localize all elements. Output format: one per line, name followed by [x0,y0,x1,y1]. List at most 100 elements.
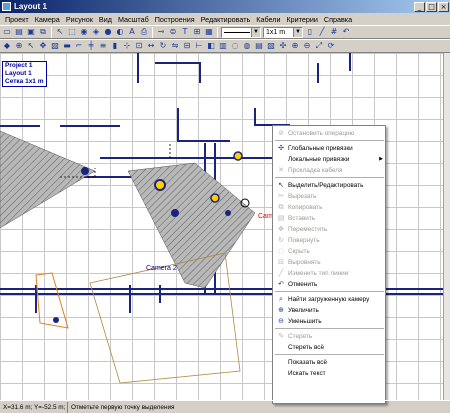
ungroup-icon[interactable]: ▧ [266,41,276,51]
menu-item-line-type[interactable]: ╱ Изменить тип линии [273,268,386,278]
rect-icon[interactable]: ▯ [305,27,315,37]
menu-item-undo[interactable]: ↶ Отменить [273,279,386,289]
menu-item-zoom-in[interactable]: ⊕ Увеличить [273,305,386,315]
menu-criteria[interactable]: Критерии [283,15,320,24]
wall-icon[interactable]: ▬ [62,41,72,51]
box-icon[interactable]: ▦ [204,27,214,37]
hatch-icon[interactable]: ▨ [50,41,60,51]
menu-item-select-edit[interactable]: ↖ Выделить/Редактировать [273,180,386,190]
move-icon[interactable]: ✥ [38,41,48,51]
save-icon[interactable]: ▣ [26,27,36,37]
group-icon[interactable]: ▤ [254,41,264,51]
menu-item-cut[interactable]: ✂ Вырезать [273,191,386,201]
menu-item-cable-routing[interactable]: ✕ Прокладка кабеля [273,165,386,175]
zoom-in-icon[interactable]: ⊕ [290,41,300,51]
menu-separator [275,328,384,329]
line-type-select[interactable]: ▼ [221,26,261,38]
info-grid: Сетка 1x1 m [5,78,44,85]
cable-icon[interactable]: ⊸ [156,27,166,37]
zoom-icon[interactable]: ⊕ [14,41,24,51]
rotate-icon: ↻ [278,236,284,244]
menu-project[interactable]: Проект [2,15,32,24]
camera-cone [35,272,69,329]
align-icon[interactable]: ⊟ [182,41,192,51]
menu-item-move[interactable]: ✥ Переместить [273,224,386,234]
menu-item-zoom-out[interactable]: ⊖ Уменьшить [273,316,386,326]
fit-icon[interactable]: ⤢ [314,41,324,51]
open-icon[interactable]: ▤ [14,27,24,37]
scale-select[interactable]: 1x1 m ▼ [263,26,303,38]
column-icon[interactable]: ▮ [110,41,120,51]
dim-icon[interactable]: ⊢ [194,41,204,51]
mirror-icon[interactable]: ⇋ [170,41,180,51]
lock-icon[interactable]: ▥ [218,41,228,51]
lens-icon[interactable]: ◐ [115,27,125,37]
camera-icon[interactable]: ◉ [79,27,89,37]
grid-icon[interactable]: # [329,27,339,37]
show-icon[interactable]: ◍ [242,41,252,51]
undo-icon[interactable]: ↶ [341,27,351,37]
menu-view[interactable]: Вид [96,15,115,24]
dome-icon[interactable]: ⊜ [168,27,178,37]
zoom-out-icon[interactable]: ⊖ [302,41,312,51]
copy-area-icon[interactable]: ⬚ [67,27,77,37]
menu-cables[interactable]: Кабели [253,15,283,24]
view-zone [0,130,96,229]
menu-edit[interactable]: Редактировать [198,15,254,24]
hide-icon: ◌ [277,247,285,255]
line-icon[interactable]: ╱ [317,27,327,37]
camera-2-label[interactable]: Camera 2 [146,265,177,272]
door-icon[interactable]: ⌐ [74,41,84,51]
pointer-icon[interactable]: ◆ [2,41,12,51]
menu-item-paste[interactable]: ▤ Вставить [273,213,386,223]
text-icon[interactable]: A [127,27,137,37]
menu-constructions[interactable]: Построения [152,15,198,24]
t-icon[interactable]: T [180,27,190,37]
menu-drawing[interactable]: Рисунок [63,15,96,24]
minimize-button[interactable]: _ [414,1,425,12]
menu-item-rotate[interactable]: ↻ Повернуть [273,235,386,245]
menu-item-align[interactable]: ⊟ Выровнять [273,257,386,267]
scale-value: 1x1 m [266,28,286,36]
camera2-icon[interactable]: ◈ [91,27,101,37]
refresh-icon[interactable]: ⟳ [326,41,336,51]
chevron-down-icon: ▼ [293,27,302,37]
window-icon[interactable]: ╪ [86,41,96,51]
rotate-icon[interactable]: ↻ [158,41,168,51]
copy-icon[interactable]: ⧉ [38,27,48,37]
menu-item-search-text[interactable]: Искать текст [273,368,386,378]
stair-icon[interactable]: ≡ [98,41,108,51]
layer-icon[interactable]: ◧ [206,41,216,51]
snap-icon[interactable]: ⊹ [122,41,132,51]
menu-item-find-camera[interactable]: ⌕ Найти загруженную камеру [273,294,386,304]
menu-item-global-snaps[interactable]: ✣ Глобальные привязки [273,143,386,153]
find-camera-icon: ⌕ [279,294,283,303]
menu-item-local-snaps[interactable]: Локальные привязки ▶ [273,154,386,164]
arrow-icon[interactable]: ↖ [26,41,36,51]
select-icon[interactable]: ↖ [55,27,65,37]
vertical-scrollbar[interactable] [443,53,450,400]
menu-item-erase[interactable]: ✎ Стереть [273,331,386,341]
maximize-button[interactable]: □ [426,1,437,12]
print-icon[interactable]: ⎙ [139,27,149,37]
grid-icon[interactable]: ⊡ [134,41,144,51]
menu-bar: Проект Камера Рисунок Вид Масштаб Постро… [0,13,450,25]
menu-item-hide[interactable]: ◌ Скрыть [273,246,386,256]
menu-help[interactable]: Справка [321,15,355,24]
menu-camera[interactable]: Камера [32,15,63,24]
menu-scale[interactable]: Масштаб [115,15,152,24]
cable-icon: ✕ [278,166,284,174]
close-button[interactable]: × [438,1,449,12]
camera3-icon[interactable]: ● [103,27,113,37]
menu-item-show-all[interactable]: Показать всё [273,357,386,367]
hide-icon[interactable]: ◌ [230,41,240,51]
line-sample [224,31,250,33]
pan-icon[interactable]: ✣ [278,41,288,51]
measure-icon[interactable]: ↔ [146,41,156,51]
menu-item-copy[interactable]: ⧉ Копировать [273,202,386,212]
new-icon[interactable]: ▭ [2,27,12,37]
node-icon[interactable]: ⊞ [192,27,202,37]
menu-item-stop[interactable]: ⊘ Остановить операцию [273,128,386,138]
info-project: Project 1 [5,62,33,69]
menu-item-erase-all[interactable]: Стереть всё [273,342,386,352]
